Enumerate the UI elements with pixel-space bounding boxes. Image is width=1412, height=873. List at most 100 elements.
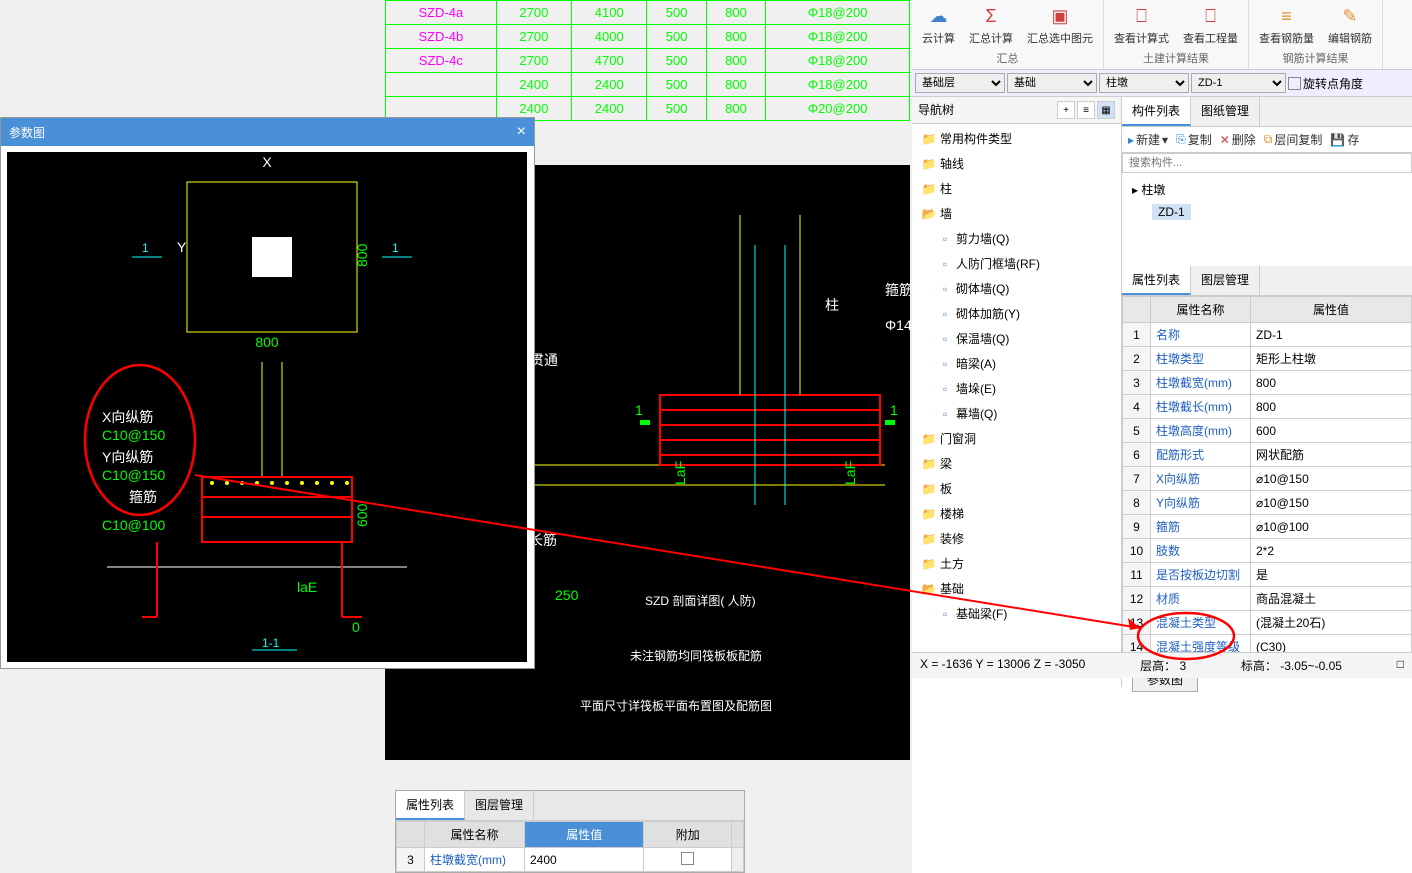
item-icon: ▫ [938,382,952,396]
property-table: 属性名称 属性值 1名称ZD-12柱墩类型矩形上柱墩3柱墩截宽(mm)8004柱… [1122,296,1412,659]
rotation-checkbox-label[interactable]: 旋转点角度 [1288,73,1363,93]
sec-height: 600 [354,503,370,527]
nav-tree-list: 📁常用构件类型📁轴线📁柱📂墙▫剪力墙(Q)▫人防门框墙(RF)▫砌体墙(Q)▫砌… [912,124,1121,628]
tab-component-list[interactable]: 构件列表 [1122,97,1191,126]
property-row[interactable]: 7X向纵筋⌀10@150 [1123,467,1412,491]
save-button[interactable]: 💾存 [1330,131,1359,148]
floor-select[interactable]: 基础层 [915,73,1005,93]
ribbon-button[interactable]: ≡查看钢筋量 [1253,2,1320,48]
comp-tree-root[interactable]: ▸ 柱墩 [1128,179,1406,200]
tree-list-icon[interactable]: ≡ [1077,101,1095,119]
component-select[interactable]: ZD-1 [1191,73,1286,93]
tree-item[interactable]: ▫砌体墙(Q) [914,276,1119,301]
laf-right: LaF [842,461,858,485]
ribbon-button[interactable]: Σ汇总计算 [963,2,1019,48]
tree-item[interactable]: 📁土方 [914,551,1119,576]
comp-tree-selected[interactable]: ZD-1 [1152,204,1191,220]
property-row[interactable]: 6配筋形式网状配筋 [1123,443,1412,467]
tree-item-label: 装修 [940,530,964,547]
ribbon-button[interactable]: ⎕查看计算式 [1108,2,1175,48]
tree-item[interactable]: ▫基础梁(F) [914,601,1119,626]
ribbon-button[interactable]: ☁云计算 [916,2,961,48]
dialog-titlebar[interactable]: 参数图 × [1,118,534,146]
elevation-info: 标高： -3.05~-0.05 [1241,657,1342,674]
ribbon-label: 编辑钢筋 [1328,30,1372,46]
category-select[interactable]: 基础 [1007,73,1097,93]
tree-item[interactable]: 📂墙 [914,201,1119,226]
property-row[interactable]: 12材质商品混凝土 [1123,587,1412,611]
tree-item-label: 砌体墙(Q) [956,280,1009,297]
tree-item[interactable]: ▫幕墙(Q) [914,401,1119,426]
property-row[interactable]: 1名称ZD-1 [1123,323,1412,347]
type-select[interactable]: 柱墩 [1099,73,1189,93]
property-row[interactable]: 4柱墩截长(mm)800 [1123,395,1412,419]
component-toolbar: ▸新建▾ ⎘复制 ✕删除 ⧉层间复制 💾存 [1122,127,1412,153]
property-row[interactable]: 3柱墩截宽(mm)800 [1123,371,1412,395]
tree-item[interactable]: 📁板 [914,476,1119,501]
tree-item[interactable]: ▫保温墙(Q) [914,326,1119,351]
ribbon-button[interactable]: ▣汇总选中图元 [1021,2,1099,48]
tree-item[interactable]: ▫剪力墙(Q) [914,226,1119,251]
tree-item[interactable]: 📂基础 [914,576,1119,601]
param-drawing[interactable]: X Y 800 800 1 1 [7,152,527,662]
folder-icon: 📁 [922,532,936,546]
cad-table-row: 24002400500800Φ18@200 [386,73,910,97]
close-icon[interactable]: × [517,123,526,141]
delete-button[interactable]: ✕删除 [1220,131,1256,148]
checkbox-icon[interactable] [681,852,694,865]
checkbox-icon [1288,77,1301,90]
tree-item[interactable]: 📁柱 [914,176,1119,201]
ribbon-button[interactable]: ✎编辑钢筋 [1322,2,1378,48]
item-icon: ▫ [938,307,952,321]
tree-add-icon[interactable]: + [1057,101,1075,119]
dim-y: Y [177,239,187,255]
bottom-prop-row[interactable]: 3 柱墩截宽(mm) 2400 [397,848,744,872]
folder-icon: 📁 [922,157,936,171]
copy-button[interactable]: ⎘复制 [1176,131,1212,148]
tree-item[interactable]: ▫暗梁(A) [914,351,1119,376]
tree-item[interactable]: 📁梁 [914,451,1119,476]
coordinates: X = -1636 Y = 13006 Z = -3050 [920,657,1085,674]
tree-item-label: 基础梁(F) [956,605,1007,622]
tab-layer-manage[interactable]: 图层管理 [1191,266,1260,295]
property-row[interactable]: 13混凝土类型(混凝土20石) [1123,611,1412,635]
item-icon: ▫ [938,357,952,371]
ribbon-icon: ☁ [927,4,951,28]
property-row[interactable]: 11是否按板边切割是 [1123,563,1412,587]
tree-item[interactable]: 📁轴线 [914,151,1119,176]
ribbon-group: ≡查看钢筋量✎编辑钢筋钢筋计算结果 [1249,0,1383,69]
tab-property-list[interactable]: 属性列表 [1122,266,1191,295]
property-row[interactable]: 10肢数2*2 [1123,539,1412,563]
layer-copy-button[interactable]: ⧉层间复制 [1264,131,1323,148]
new-button[interactable]: ▸新建▾ [1128,131,1168,148]
tree-item-label: 砌体加筋(Y) [956,305,1020,322]
property-row[interactable]: 5柱墩高度(mm)600 [1123,419,1412,443]
ribbon-label: 汇总选中图元 [1027,30,1093,46]
ribbon-group: ☁云计算Σ汇总计算▣汇总选中图元汇总 [912,0,1104,69]
property-row[interactable]: 8Y向纵筋⌀10@150 [1123,491,1412,515]
property-row[interactable]: 9箍筋⌀10@100 [1123,515,1412,539]
tree-item[interactable]: 📁 装修 [914,526,1119,551]
bottom-name-header: 属性名称 [425,822,525,848]
component-search-input[interactable] [1122,153,1412,173]
tree-item[interactable]: ▫墙垛(E) [914,376,1119,401]
cad-table-row: SZD-4b27004000500800Φ18@200 [386,25,910,49]
tree-item[interactable]: 📁常用构件类型 [914,126,1119,151]
property-row[interactable]: 2柱墩类型矩形上柱墩 [1123,347,1412,371]
tree-item-label: 保温墙(Q) [956,330,1009,347]
tab-drawing-manage[interactable]: 图纸管理 [1191,97,1260,126]
tree-item[interactable]: ▫人防门框墙(RF) [914,251,1119,276]
ribbon-button[interactable]: ⎕查看工程量 [1177,2,1244,48]
bottom-tab-layer[interactable]: 图层管理 [465,791,534,820]
ribbon-group-name: 钢筋计算结果 [1283,50,1349,66]
tree-item[interactable]: 📁门窗洞 [914,426,1119,451]
tree-grid-icon[interactable]: ▦ [1097,101,1115,119]
tree-item-label: 墙 [940,205,952,222]
tree-item[interactable]: 📁楼梯 [914,501,1119,526]
ribbon-label: 查看钢筋量 [1259,30,1314,46]
bottom-tab-property[interactable]: 属性列表 [396,791,465,820]
bottom-property-panel: 属性列表 图层管理 属性名称 属性值 附加 3 柱墩截宽(mm) 2400 [395,790,745,873]
floor-info: 层高： 3 [1140,657,1186,674]
prop-name-header: 属性名称 [1151,297,1251,323]
tree-item[interactable]: ▫ 砌体加筋(Y) [914,301,1119,326]
